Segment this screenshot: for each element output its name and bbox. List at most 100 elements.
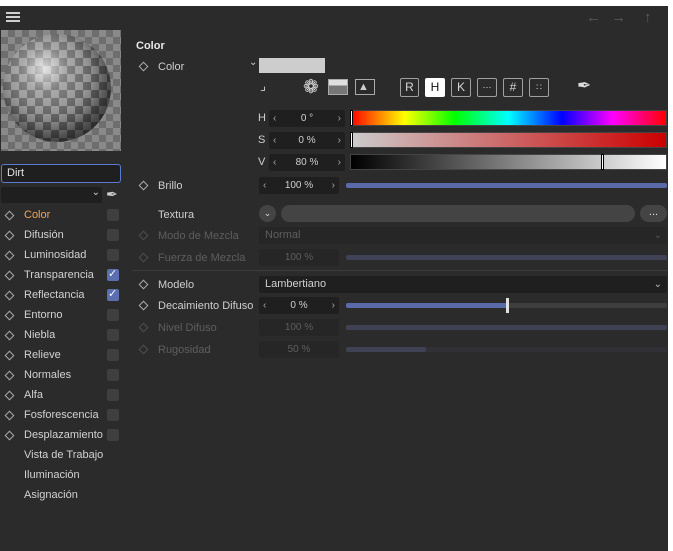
channel-item[interactable]: Color [0,206,124,226]
channel-checkbox[interactable] [107,229,119,241]
channel-diamond-icon [4,350,15,361]
menu-icon[interactable] [6,12,20,23]
nivel-difuso-slider [346,325,667,330]
material-name-input[interactable]: Dirt [1,164,121,183]
channel-label: Vista de Trabajo [24,449,104,461]
channel-checkbox[interactable] [107,389,119,401]
channel-item[interactable]: Alfa [0,386,124,406]
channel-checkbox[interactable] [107,287,119,301]
channel-item[interactable]: Relieve [0,346,124,366]
material-selector[interactable]: ⌄ [1,187,102,203]
modo-mezcla-label: Modo de Mezcla [158,230,239,242]
channel-item[interactable]: Desplazamiento [0,426,124,446]
channel-checkbox[interactable] [107,409,119,421]
rugosidad-slider [346,347,667,352]
channel-label: Normales [24,369,72,381]
nivel-difuso-keyframe-diamond [138,322,149,333]
value-knob[interactable] [601,154,604,170]
channel-item[interactable]: Normales [0,366,124,386]
chevron-down-icon: ⌄ [91,187,100,198]
channel-item[interactable]: Reflectancia [0,286,124,306]
channel-item[interactable]: Difusión [0,226,124,246]
collapse-corner-icon[interactable]: ⌟ [260,78,266,94]
eyedropper-icon[interactable]: ✒ [106,186,118,203]
saturation-knob[interactable] [350,132,353,148]
channel-label: Asignación [24,489,78,501]
fuerza-mezcla-slider [346,255,667,260]
hue-field[interactable]: ‹ 0 ° › [269,110,345,127]
channel-list: Color Difusión Luminosidad Transparencia Ref… [0,206,124,506]
channel-label: Desplazamiento [24,429,103,441]
textura-path-field[interactable] [281,205,635,222]
channel-label: Entorno [24,309,63,321]
color-mixer-button[interactable]: ⋯ [477,78,497,97]
decaimiento-knob[interactable] [505,298,509,313]
channel-label: Reflectancia [24,289,85,301]
channel-checkbox[interactable] [107,267,119,281]
color-keyframe-diamond[interactable] [138,61,149,72]
textura-browse-button[interactable]: ... [640,205,667,222]
channel-label: Alfa [24,389,43,401]
channel-item[interactable]: Fosforescencia [0,406,124,426]
value-gradient-slider[interactable] [350,154,667,170]
decaimiento-keyframe-diamond[interactable] [138,300,149,311]
channel-item[interactable]: Luminosidad [0,246,124,266]
modo-mezcla-dropdown: Normal ⌄ [259,227,667,244]
channel-item[interactable]: Niebla [0,326,124,346]
brillo-keyframe-diamond[interactable] [138,180,149,191]
spectrum-icon[interactable] [328,79,348,95]
channel-diamond-icon [4,410,15,421]
decaimiento-slider[interactable] [346,298,667,313]
channel-checkbox[interactable] [107,309,119,321]
channel-item[interactable]: Iluminación [0,466,124,486]
decaimiento-field[interactable]: ‹ 0 % › [259,297,339,314]
hue-knob[interactable] [350,110,353,126]
preview-sphere [3,34,111,142]
nivel-difuso-field: 100 % [259,319,339,336]
channel-diamond-icon [4,390,15,401]
fuerza-mezcla-label: Fuerza de Mezcla [158,252,246,264]
hex-mode-button[interactable]: # [503,78,523,97]
channel-checkbox[interactable] [107,369,119,381]
up-arrow-icon[interactable]: ↑ [644,9,652,26]
channel-item[interactable]: Transparencia [0,266,124,286]
color-wheel-icon[interactable]: ❁ [303,76,319,99]
channel-checkbox[interactable] [107,329,119,341]
channel-item[interactable]: Asignación [0,486,124,506]
channel-checkbox[interactable] [107,429,119,441]
channel-item[interactable]: Vista de Trabajo [0,446,124,466]
material-preview[interactable] [1,30,121,151]
value-field[interactable]: ‹ 80 % › [269,154,345,171]
hue-gradient-slider[interactable] [350,110,667,126]
modelo-dropdown[interactable]: Lambertiano ⌄ [259,276,667,293]
channel-checkbox[interactable] [107,349,119,361]
window-edge [668,0,673,551]
brillo-slider[interactable] [346,183,667,188]
color-expand-chevron-icon[interactable]: ⌄ [249,57,257,68]
kelvin-mode-button[interactable]: K [451,78,471,97]
image-icon[interactable]: ▲ [355,79,375,95]
channel-item[interactable]: Entorno [0,306,124,326]
color-swatch[interactable] [259,58,325,73]
modelo-label: Modelo [158,279,195,291]
brillo-field[interactable]: ‹ 100 % › [259,177,339,194]
color-picker-eyedropper-icon[interactable]: ✒ [577,76,591,96]
rugosidad-keyframe-diamond [138,344,149,355]
v-label: V [258,156,266,168]
rgb-mode-button[interactable]: R [400,78,419,97]
channel-checkbox[interactable] [107,249,119,261]
channel-checkbox[interactable] [107,209,119,221]
channel-label: Relieve [24,349,61,361]
forward-arrow-icon[interactable]: → [611,9,626,26]
channel-diamond-icon [4,270,15,281]
saturation-field[interactable]: ‹ 0 % › [269,132,345,149]
fuerza-mezcla-keyframe-diamond [138,252,149,263]
channel-diamond-icon [4,230,15,241]
modelo-keyframe-diamond[interactable] [138,279,149,290]
hsv-mode-button[interactable]: H [425,78,445,97]
saturation-gradient-slider[interactable] [350,132,667,148]
swatches-button[interactable]: ∷ [529,78,549,97]
channel-label: Niebla [24,329,56,341]
textura-menu-button[interactable]: ⌄ [259,205,276,222]
back-arrow-icon[interactable]: ← [586,9,601,26]
